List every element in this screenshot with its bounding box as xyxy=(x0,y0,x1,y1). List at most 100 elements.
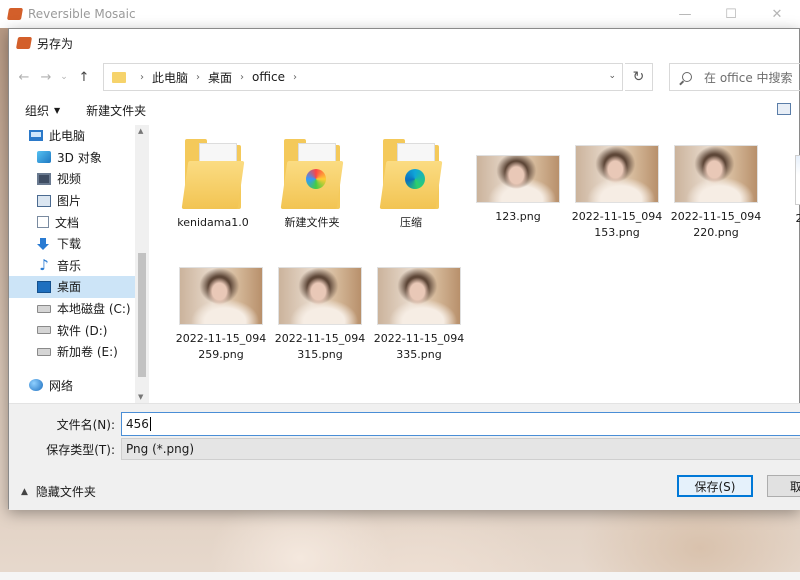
sidebar-item-label: 网络 xyxy=(49,378,74,393)
video-icon xyxy=(37,172,51,185)
sidebar-item-drive-d[interactable]: 软件 (D:) xyxy=(9,319,135,341)
file-item-folder[interactable]: 压缩 xyxy=(363,139,459,231)
image-thumbnail xyxy=(278,267,362,325)
breadcrumb-separator: › xyxy=(140,71,144,83)
address-bar[interactable]: › 此电脑 › 桌面 › office › ⌄ xyxy=(103,63,623,91)
pictures-icon xyxy=(37,194,51,207)
maximize-button[interactable]: ☐ xyxy=(708,0,754,28)
sidebar-item-label: 视频 xyxy=(57,172,82,187)
scrollbar-thumb[interactable] xyxy=(138,253,146,377)
folder-icon xyxy=(280,139,344,209)
sidebar-scrollbar[interactable]: ▲ ▼ xyxy=(135,125,149,403)
hide-folders-label: 隐藏文件夹 xyxy=(35,485,96,499)
chevron-up-icon: ▲ xyxy=(21,486,28,497)
file-item-image[interactable]: 2022-11-15_094335.png xyxy=(371,267,467,363)
image-thumbnail xyxy=(179,267,263,325)
dialog-logo-icon xyxy=(15,37,33,49)
sidebar-item-label: 图片 xyxy=(57,194,82,209)
app-title: Reversible Mosaic xyxy=(28,7,136,21)
drive-icon xyxy=(37,326,51,335)
refresh-icon[interactable]: ↻ xyxy=(625,63,653,91)
hide-folders-toggle[interactable]: ▲ 隐藏文件夹 xyxy=(21,483,96,500)
sidebar-item-label: 下载 xyxy=(57,237,82,252)
cancel-button[interactable]: 取 xyxy=(767,475,800,497)
file-item-image[interactable]: 2022-1 24 xyxy=(767,155,800,243)
breadcrumb-office[interactable]: office xyxy=(252,70,285,84)
image-thumbnail xyxy=(795,155,800,205)
file-name: 2022-11-15_094153.png xyxy=(571,210,663,239)
sidebar-item-music[interactable]: ♪ 音乐 xyxy=(9,255,135,277)
sidebar-item-label: 桌面 xyxy=(57,280,82,295)
breadcrumb-separator: › xyxy=(292,71,297,83)
file-item-image[interactable]: 2022-11-15_094259.png xyxy=(173,267,269,363)
download-icon xyxy=(37,237,51,250)
sidebar-item-drive-e[interactable]: 新加卷 (E:) xyxy=(9,341,135,363)
new-folder-button[interactable]: 新建文件夹 xyxy=(86,102,146,119)
breadcrumb-separator: › xyxy=(196,71,201,83)
folder-icon xyxy=(112,71,126,83)
sidebar-item-this-pc[interactable]: 此电脑 xyxy=(9,125,135,147)
filename-input[interactable]: 456 xyxy=(121,412,800,436)
sidebar-item-network[interactable]: 网络 xyxy=(9,373,135,397)
filename-row: 文件名(N): xyxy=(9,412,119,436)
filetype-select[interactable]: Png (*.png) xyxy=(121,438,800,460)
breadcrumb-separator: › xyxy=(240,71,245,83)
filename-value: 456 xyxy=(126,417,149,431)
file-name: 2022-11-15_094259.png xyxy=(175,332,267,361)
sidebar-item-3d-objects[interactable]: 3D 对象 xyxy=(9,147,135,169)
file-list: kenidama1.0 新建文件夹 压缩 123.png 2022-11-15_… xyxy=(159,129,800,403)
save-button[interactable]: 保存(S) xyxy=(677,475,753,497)
3d-objects-icon xyxy=(37,151,51,164)
breadcrumb-desktop[interactable]: 桌面 xyxy=(208,69,232,86)
sidebar-item-desktop[interactable]: 桌面 xyxy=(9,276,135,298)
organize-button[interactable]: 组织 ▼ xyxy=(25,102,60,119)
drive-icon xyxy=(37,304,51,313)
dialog-title: 另存为 xyxy=(37,36,74,51)
search-icon xyxy=(682,72,692,82)
app-logo-icon xyxy=(6,8,24,20)
file-item-image[interactable]: 2022-11-15_094315.png xyxy=(272,267,368,363)
filetype-value: Png (*.png) xyxy=(126,442,195,456)
file-item-folder[interactable]: kenidama1.0 xyxy=(165,139,261,231)
file-item-image[interactable]: 2022-11-15_094220.png xyxy=(668,145,764,241)
navigation-pane: 此电脑 3D 对象 视频 图片 文档 下载 ♪ 音乐 桌面 本地磁盘 (C:) … xyxy=(9,125,135,403)
file-name: kenidama1.0 xyxy=(177,216,249,229)
scroll-up-icon[interactable]: ▲ xyxy=(138,127,143,135)
music-icon: ♪ xyxy=(39,256,49,275)
save-form: 文件名(N): 456 保存类型(T): Png (*.png) xyxy=(9,403,800,473)
image-thumbnail xyxy=(476,155,560,203)
sidebar-item-drive-c[interactable]: 本地磁盘 (C:) xyxy=(9,298,135,320)
dialog-titlebar: 另存为 xyxy=(9,29,799,57)
forward-arrow-icon[interactable]: → xyxy=(35,65,57,89)
address-dropdown-chevron-icon[interactable]: ⌄ xyxy=(608,71,616,81)
recent-locations-chevron-icon[interactable]: ⌄ xyxy=(57,65,71,89)
network-icon xyxy=(29,379,43,391)
image-thumbnail xyxy=(575,145,659,203)
file-name: 2022-11-15_094220.png xyxy=(670,210,762,239)
search-input[interactable]: 在 office 中搜索 xyxy=(669,63,800,91)
breadcrumb-this-pc[interactable]: 此电脑 xyxy=(152,69,188,86)
filetype-row: 保存类型(T): xyxy=(9,437,119,461)
scroll-down-icon[interactable]: ▼ xyxy=(138,393,143,401)
sidebar-item-videos[interactable]: 视频 xyxy=(9,168,135,190)
file-name: 123.png xyxy=(495,210,541,223)
file-item-folder[interactable]: 新建文件夹 xyxy=(264,139,360,231)
command-toolbar: 组织 ▼ 新建文件夹 xyxy=(9,95,800,125)
sidebar-item-downloads[interactable]: 下载 xyxy=(9,233,135,255)
file-item-image[interactable]: 123.png xyxy=(470,155,566,225)
sidebar-item-label: 本地磁盘 (C:) xyxy=(57,302,131,317)
sidebar-item-documents[interactable]: 文档 xyxy=(9,211,135,233)
caret-down-icon: ▼ xyxy=(54,105,61,115)
back-arrow-icon[interactable]: ← xyxy=(13,65,35,89)
sidebar-item-label: 软件 (D:) xyxy=(57,323,108,338)
file-item-image[interactable]: 2022-11-15_094153.png xyxy=(569,145,665,241)
minimize-button[interactable]: — xyxy=(662,0,708,28)
filename-label: 文件名(N): xyxy=(56,417,115,432)
sidebar-item-pictures[interactable]: 图片 xyxy=(9,190,135,212)
filetype-label: 保存类型(T): xyxy=(46,442,115,457)
drive-icon xyxy=(37,347,51,356)
view-options-icon[interactable] xyxy=(777,103,791,115)
close-button[interactable]: ✕ xyxy=(754,0,800,28)
up-arrow-icon[interactable]: ↑ xyxy=(73,65,95,89)
file-name: 新建文件夹 xyxy=(284,216,340,229)
